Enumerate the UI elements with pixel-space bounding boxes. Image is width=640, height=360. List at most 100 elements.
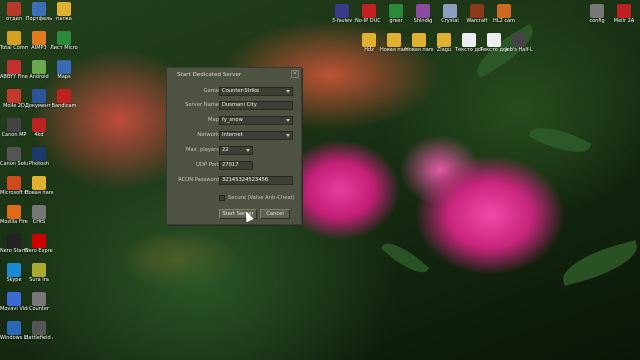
app-icon [7,234,21,248]
background-leaf [557,240,640,286]
desktop-icon[interactable]: Counter [25,292,53,312]
desktop-icon[interactable]: Портфель [25,2,53,22]
desktop-icon[interactable]: AIMP3 [25,31,53,51]
desktop-icon-label: Jeb's Half-L [505,47,533,53]
dialog-titlebar[interactable]: Start Dedicated Server [167,68,301,81]
desktop-icon[interactable]: greer [382,4,410,24]
secure-checkbox[interactable] [219,195,225,201]
desktop-icon-label: CHtS [32,219,46,225]
app-icon [497,4,511,18]
desktop-icon-label: Mozilla Firefox [0,219,28,225]
desktop-icon-label: Photosh [28,161,50,167]
server-name-input[interactable]: Dusmani City [219,101,293,110]
desktop-icon-label: AIMP3 [31,45,47,51]
desktop-icon[interactable]: No-IP DUC 2.2.1 w [355,4,383,24]
desktop-icon[interactable]: HL2 cam [490,4,518,24]
desktop-icon-label: Sura Ira [29,277,49,283]
desktop-icon-label: Nero Express [25,248,53,254]
app-icon [462,33,476,47]
desktop-icon-label: Total Comman [0,45,28,51]
desktop-icon[interactable]: Jeb's Half-L [505,33,533,53]
desktop-icon[interactable]: Meilr 2A [610,4,638,24]
desktop-icon[interactable]: Canon MP [0,118,28,138]
app-icon [7,118,21,132]
desktop-icon[interactable]: Bandicam [50,89,78,109]
desktop-icon[interactable]: Тексто документ [455,33,483,53]
desktop-icon[interactable]: config [583,4,611,24]
desktop-icon-label: Тексто документ [480,47,508,53]
desktop-icon[interactable]: Nero StartSmart [0,234,28,254]
max-players-row: Max. players 22 [167,146,303,156]
desktop-icon[interactable]: Maps [50,60,78,80]
game-value: Counter-Strike [222,88,260,94]
desktop-icon[interactable]: 4kd [25,118,53,138]
rcon-password-input[interactable]: 32145324523456 [219,176,293,185]
app-icon [512,33,526,47]
rcon-row: RCON Password 32145324523456 [167,176,303,186]
desktop-icon-label: Battlefield Arcade [25,335,53,341]
network-select[interactable]: Internet [219,131,293,140]
desktop-icon[interactable]: Crystal [436,4,464,24]
desktop-icon-label: Crystal [441,18,459,24]
desktop-icon[interactable]: Warcraft [463,4,491,24]
desktop-icon[interactable]: Новая папка (4) [380,33,408,53]
map-select[interactable]: fy_snow [219,116,293,125]
app-icon [32,31,46,45]
desktop-icon[interactable]: Microsoft Office [0,176,28,196]
secure-label: Secure (Valve Anti-Cheat) [228,195,295,201]
udp-port-input[interactable]: 27017 [219,161,253,170]
desktop-icon[interactable]: папка [50,2,78,22]
cancel-button[interactable]: Cancel [260,209,290,219]
desktop-icon-label: Windows Live Call [0,335,28,341]
desktop-icon[interactable]: Movavi Video [0,292,28,312]
desktop-icon[interactable]: Mozilla Firefox [0,205,28,225]
app-icon [443,4,457,18]
udp-port-label: UDP Port [196,162,219,168]
network-label: Network [197,132,219,138]
map-label: Map [208,117,219,123]
app-icon [362,4,376,18]
desktop-icon[interactable]: CHtS [25,205,53,225]
udp-port-row: UDP Port 27017 [167,161,303,171]
desktop-icon-label: 4kd [34,132,44,138]
game-select[interactable]: Counter-Strike [219,87,293,96]
desktop-icon[interactable]: Canon Solution [0,147,28,167]
desktop-icon[interactable]: Лист Micros [50,31,78,51]
app-icon [389,4,403,18]
desktop-icon[interactable]: Новая папка CD [25,176,53,196]
app-icon [57,60,71,74]
max-players-value: 22 [222,147,229,153]
desktop-icon[interactable]: Moile 2D [0,89,28,109]
desktop-icon[interactable]: Новая папка [405,33,433,53]
max-players-select[interactable]: 22 [219,146,253,155]
app-icon [416,4,430,18]
desktop-icon[interactable]: 3-faviev [328,4,356,24]
app-icon [437,33,451,47]
desktop-icon[interactable]: Документ Microsoft [25,89,53,109]
desktop-icon[interactable]: Hdz [355,33,383,53]
app-icon [362,33,376,47]
app-icon [617,4,631,18]
app-icon [7,205,21,219]
close-button[interactable]: × [291,70,299,78]
desktop-icon[interactable]: Shindig [409,4,437,24]
desktop-icon[interactable]: Skype [0,263,28,283]
desktop-icon[interactable]: Тексто документ [480,33,508,53]
desktop-icon[interactable]: Nero Express [25,234,53,254]
desktop-icon[interactable]: Photosh [25,147,53,167]
desktop-icon[interactable]: Sura Ira [25,263,53,283]
start-server-dialog: Start Dedicated Server × Game Counter-St… [166,67,302,225]
desktop-icon[interactable]: Android [25,60,53,80]
desktop-icon[interactable]: Battlefield Arcade [25,321,53,341]
desktop-icon-label: Лист Micros [50,45,78,51]
desktop-icon-label: Skype [6,277,22,283]
desktop-icon[interactable]: Zlagu [430,33,458,53]
desktop-icon[interactable]: Windows Live Call [0,321,28,341]
desktop-icon[interactable]: Total Comman [0,31,28,51]
desktop-icon-label: Zlagu [436,47,452,53]
desktop-icon[interactable]: ABBYY Fine Re [0,60,28,80]
desktop-icon-label: Moile 2D [3,103,25,109]
desktop-icon-label: Новая папка [405,47,433,53]
desktop-icon[interactable]: отдел [0,2,28,22]
desktop-icon-label: Movavi Video [0,306,28,312]
